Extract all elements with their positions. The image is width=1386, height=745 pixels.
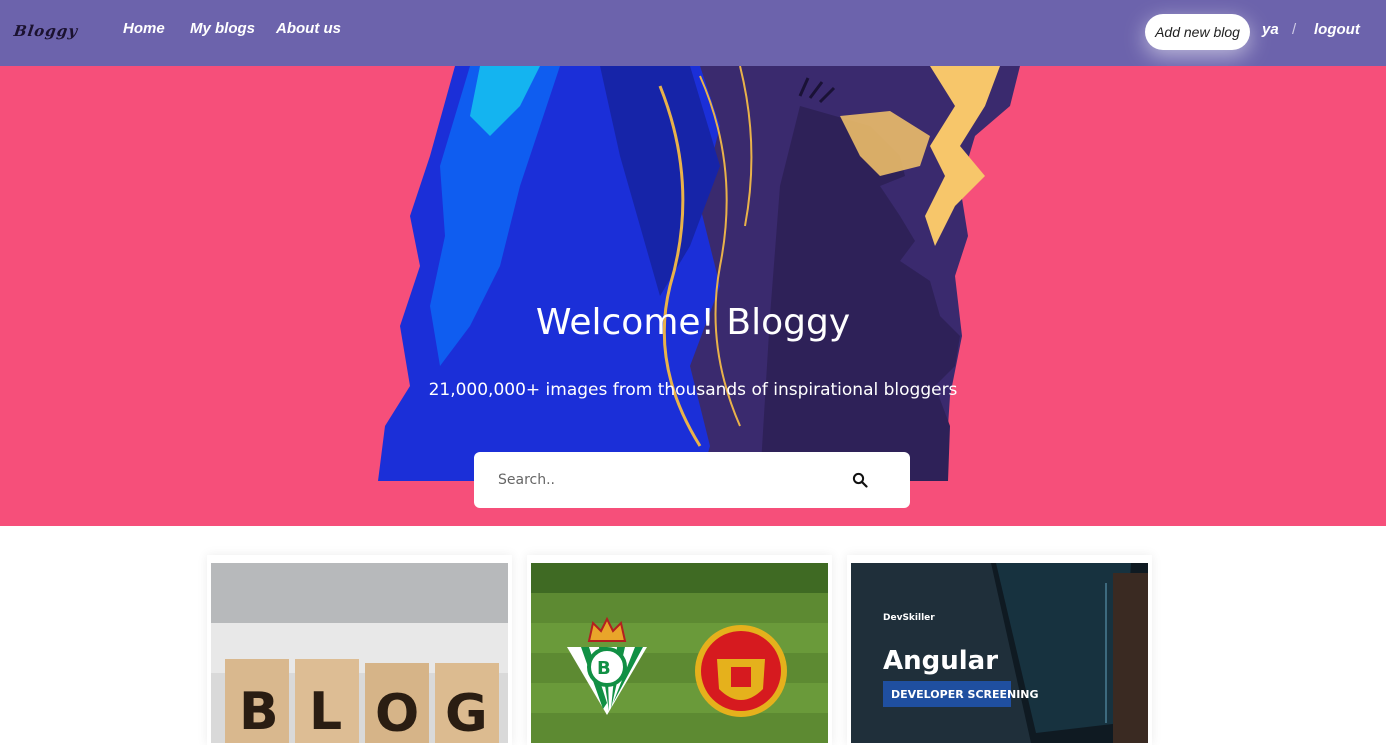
search-icon[interactable]	[852, 472, 868, 488]
card-title-text: Angular	[883, 646, 998, 676]
blog-card-image: B	[531, 563, 828, 743]
nav-my-blogs-link[interactable]: My blogs	[190, 20, 255, 37]
hero-title: Welcome! Bloggy	[535, 302, 851, 343]
blog-card-image: B L O G	[211, 563, 508, 743]
blog-card[interactable]: DevSkiller Angular DEVELOPER SCREENING	[847, 555, 1152, 745]
add-new-blog-button[interactable]: Add new blog	[1145, 14, 1250, 50]
card-tag-text: DEVELOPER SCREENING	[891, 688, 1039, 701]
nav-home-link[interactable]: Home	[123, 20, 165, 37]
hero-banner: Welcome! Bloggy 21,000,000+ images from …	[0, 66, 1386, 526]
user-name-link[interactable]: ya	[1262, 21, 1279, 38]
blog-card[interactable]: B	[527, 555, 832, 745]
blog-card-image: DevSkiller Angular DEVELOPER SCREENING	[851, 563, 1148, 743]
card-image-letter: B	[239, 682, 279, 742]
card-image-letter: O	[375, 684, 419, 743]
card-image-letter: G	[445, 684, 488, 743]
site-logo[interactable]: Bloggy	[13, 22, 80, 40]
search-input[interactable]	[498, 469, 838, 491]
logout-link[interactable]: logout	[1314, 21, 1360, 38]
card-image-letter: L	[309, 682, 342, 742]
search-bar	[474, 452, 910, 508]
navbar: Bloggy Home My blogs About us Add new bl…	[0, 0, 1386, 66]
svg-text:B: B	[597, 658, 611, 679]
hero-subtitle: 21,000,000+ images from thousands of ins…	[428, 380, 958, 400]
card-brand-text: DevSkiller	[883, 613, 935, 623]
nav-about-us-link[interactable]: About us	[276, 20, 341, 37]
blog-card[interactable]: B L O G	[207, 555, 512, 745]
nav-separator: /	[1292, 21, 1297, 38]
